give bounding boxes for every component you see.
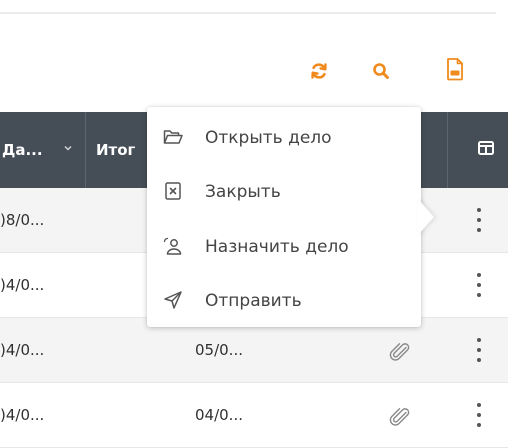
- table-cell-date: )4/0...: [0, 276, 45, 294]
- folder-open-icon: [163, 130, 183, 144]
- refresh-icon[interactable]: [307, 59, 331, 83]
- menu-pointer: [418, 199, 434, 235]
- paperclip-icon[interactable]: [388, 405, 410, 427]
- column-header-date[interactable]: Да...: [2, 112, 43, 188]
- search-icon[interactable]: [369, 59, 393, 83]
- assign-user-icon: [163, 237, 182, 255]
- table-cell-date: )8/0...: [0, 211, 45, 229]
- menu-item-label: Отправить: [205, 291, 302, 311]
- table-cell-total: 05/0...: [195, 341, 243, 359]
- row-actions-icon[interactable]: [475, 208, 483, 232]
- row-actions-icon[interactable]: [475, 273, 483, 297]
- row-actions-icon[interactable]: [475, 403, 483, 427]
- paperclip-icon[interactable]: [388, 340, 410, 362]
- menu-item-label: Закрыть: [205, 182, 281, 202]
- close-box-icon: [165, 182, 181, 200]
- row-actions-icon[interactable]: [475, 338, 483, 362]
- column-header-total[interactable]: Итог: [96, 112, 135, 188]
- chevron-down-icon[interactable]: [63, 143, 73, 153]
- top-divider: [0, 12, 496, 14]
- column-separator: [447, 112, 448, 188]
- menu-item-label: Назначить дело: [205, 237, 349, 257]
- send-icon: [164, 291, 182, 309]
- table-row[interactable]: )4/0... 04/0...: [0, 383, 508, 448]
- row-context-menu: Открыть дело Закрыть Назначить дело Отпр…: [147, 107, 421, 327]
- column-separator: [85, 112, 86, 188]
- menu-item-label: Открыть дело: [205, 128, 332, 148]
- menu-item-send[interactable]: Отправить: [147, 275, 421, 327]
- table-cell-total: 04/0...: [195, 406, 243, 424]
- columns-icon[interactable]: [478, 140, 494, 156]
- menu-item-close[interactable]: Закрыть: [147, 166, 421, 218]
- menu-item-assign-case[interactable]: Назначить дело: [147, 221, 421, 273]
- table-row[interactable]: )4/0... 05/0...: [0, 318, 508, 383]
- menu-item-open-case[interactable]: Открыть дело: [147, 112, 421, 164]
- table-cell-date: )4/0...: [0, 341, 45, 359]
- export-document-icon[interactable]: [443, 57, 467, 81]
- table-cell-date: )4/0...: [0, 406, 45, 424]
